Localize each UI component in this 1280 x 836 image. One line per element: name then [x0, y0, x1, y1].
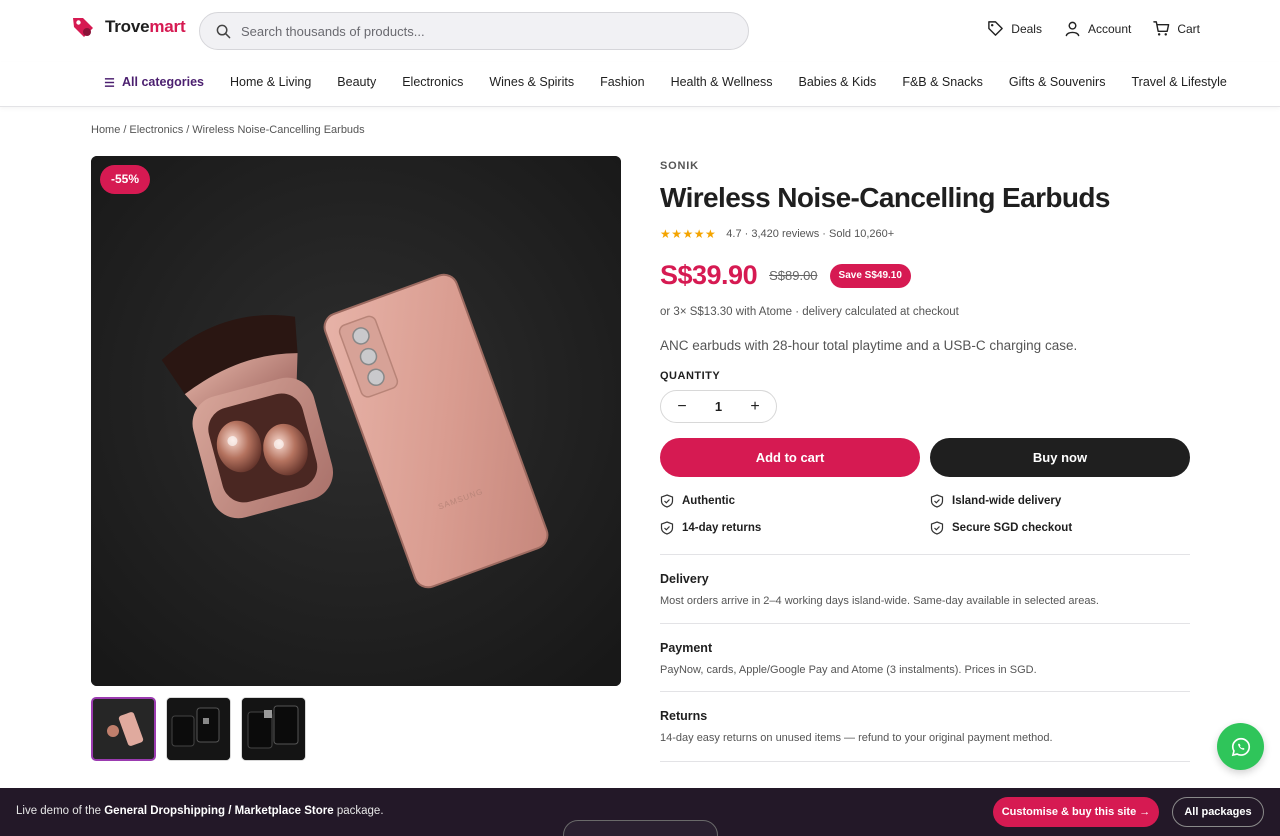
section-title: Delivery: [660, 572, 709, 586]
search-icon: [216, 24, 231, 38]
installment-note: or 3× S$13.30 with Atome · delivery calc…: [660, 306, 959, 318]
feature-14-day-returns: 14-day returns: [660, 521, 930, 535]
nav-item-beauty[interactable]: Beauty: [337, 75, 376, 89]
whatsapp-icon: [1231, 737, 1250, 756]
quantity-decrease-button[interactable]: −: [675, 398, 689, 416]
price-row: S$39.90 S$89.00 Save S$49.10: [660, 260, 911, 291]
breadcrumb-separator: /: [186, 124, 190, 136]
product-main-image[interactable]: SAMSUNG: [91, 156, 621, 686]
customise-buy-button[interactable]: Customise & buy this site →: [993, 797, 1159, 827]
all-categories-label: All categories: [122, 75, 204, 89]
breadcrumb-separator: /: [123, 124, 127, 136]
thumbnail-image: [167, 698, 230, 760]
product-title: Wireless Noise-Cancelling Earbuds: [660, 182, 1110, 213]
feature-list: Authentic Island-wide delivery 14-day re…: [660, 494, 1190, 535]
whatsapp-chat-button[interactable]: [1217, 723, 1264, 770]
delivery-section[interactable]: Delivery Most orders arrive in 2–4 worki…: [660, 554, 1190, 607]
shield-check-icon: [930, 521, 944, 535]
demo-text-suffix: package.: [333, 805, 384, 817]
floating-dock[interactable]: [563, 820, 718, 836]
quantity-label: QUANTITY: [660, 370, 721, 382]
feature-authentic: Authentic: [660, 494, 930, 508]
thumbnail-image: [93, 699, 154, 759]
deals-link[interactable]: Deals: [987, 20, 1042, 37]
nav-item-health-wellness[interactable]: Health & Wellness: [671, 75, 773, 89]
product-info: SONIK Wireless Noise-Cancelling Earbuds …: [660, 160, 1190, 762]
quantity-value[interactable]: 1: [715, 399, 722, 414]
breadcrumb-electronics[interactable]: Electronics: [129, 124, 183, 136]
deals-label: Deals: [1011, 21, 1042, 36]
menu-icon: [104, 77, 115, 87]
top-header: Trovemart Deals Account Cart: [0, 0, 1280, 62]
feature-label: 14-day returns: [682, 522, 762, 534]
cart-link[interactable]: Cart: [1153, 20, 1200, 37]
category-nav: All categories Home & Living Beauty Elec…: [0, 62, 1280, 107]
logo-text-primary: Trove: [105, 17, 150, 36]
add-to-cart-button[interactable]: Add to cart: [660, 438, 920, 477]
thumbnail-2[interactable]: [166, 697, 231, 761]
nav-item-wines-spirits[interactable]: Wines & Spirits: [489, 75, 574, 89]
demo-banner-text: Live demo of the General Dropshipping / …: [16, 805, 384, 817]
returns-section[interactable]: Returns 14-day easy returns on unused it…: [660, 691, 1190, 762]
product-description: ANC earbuds with 28-hour total playtime …: [660, 338, 1078, 353]
feature-label: Secure SGD checkout: [952, 522, 1073, 534]
nav-item-gifts-souvenirs[interactable]: Gifts & Souvenirs: [1009, 75, 1106, 89]
nav-item-fashion[interactable]: Fashion: [600, 75, 644, 89]
section-text: PayNow, cards, Apple/Google Pay and Atom…: [660, 664, 1037, 676]
all-categories-button[interactable]: All categories: [104, 75, 204, 89]
tag-icon: [988, 21, 1004, 36]
product-brand: SONIK: [660, 160, 699, 172]
nav-item-home-living[interactable]: Home & Living: [230, 75, 311, 89]
save-badge: Save S$49.10: [829, 263, 911, 288]
product-rating: ★★★★★ 4.7 · 3,420 reviews · Sold 10,260+: [660, 227, 894, 241]
payment-section[interactable]: Payment PayNow, cards, Apple/Google Pay …: [660, 623, 1190, 676]
account-link[interactable]: Account: [1064, 20, 1131, 37]
original-price: S$89.00: [769, 268, 818, 283]
rating-stars: ★★★★★: [660, 227, 717, 241]
section-text: 14-day easy returns on unused items — re…: [660, 732, 1053, 744]
current-price: S$39.90: [660, 260, 758, 290]
section-text: Most orders arrive in 2–4 working days i…: [660, 595, 1099, 607]
rating-text: 4.7 · 3,420 reviews · Sold 10,260+: [726, 228, 895, 240]
thumbnail-1[interactable]: [91, 697, 156, 761]
quantity-increase-button[interactable]: +: [748, 398, 762, 416]
search-bar[interactable]: [199, 12, 749, 50]
logo-text: Trovemart: [105, 17, 186, 37]
logo-tag-icon: [73, 18, 93, 37]
section-title: Payment: [660, 641, 713, 655]
search-input[interactable]: [241, 23, 721, 39]
shield-check-icon: [660, 494, 674, 508]
thumbnail-strip: [91, 697, 306, 761]
breadcrumb-current: Wireless Noise-Cancelling Earbuds: [192, 124, 365, 136]
buy-now-button[interactable]: Buy now: [930, 438, 1190, 477]
demo-package-name: General Dropshipping / Marketplace Store: [104, 805, 334, 817]
shield-check-icon: [660, 521, 674, 535]
section-title: Returns: [660, 709, 708, 723]
all-packages-button[interactable]: All packages: [1172, 797, 1264, 827]
demo-text-prefix: Live demo of the: [16, 805, 105, 817]
discount-badge: -55%: [100, 165, 151, 194]
feature-secure-checkout: Secure SGD checkout: [930, 521, 1190, 535]
nav-item-electronics[interactable]: Electronics: [402, 75, 463, 89]
thumbnail-image: [242, 698, 305, 760]
account-label: Account: [1087, 21, 1132, 36]
nav-item-babies-kids[interactable]: Babies & Kids: [798, 75, 876, 89]
nav-item-travel-lifestyle[interactable]: Travel & Lifestyle: [1131, 75, 1226, 89]
breadcrumb-home[interactable]: Home: [91, 124, 120, 136]
feature-label: Island-wide delivery: [952, 495, 1062, 507]
nav-item-fb-snacks[interactable]: F&B & Snacks: [902, 75, 983, 89]
feature-label: Authentic: [682, 495, 736, 507]
site-logo[interactable]: Trovemart: [70, 14, 186, 40]
user-icon: [1065, 21, 1080, 37]
breadcrumb: Home / Electronics / Wireless Noise-Canc…: [91, 124, 365, 136]
feature-island-wide-delivery: Island-wide delivery: [930, 494, 1190, 508]
header-actions: Deals Account Cart: [987, 20, 1200, 37]
thumbnail-3[interactable]: [241, 697, 306, 761]
shield-check-icon: [930, 494, 944, 508]
cart-icon: [1153, 21, 1170, 36]
logo-text-accent: mart: [149, 17, 186, 36]
quantity-stepper: − 1 +: [660, 390, 777, 423]
cart-label: Cart: [1177, 21, 1200, 36]
product-photo: SAMSUNG: [91, 156, 621, 686]
